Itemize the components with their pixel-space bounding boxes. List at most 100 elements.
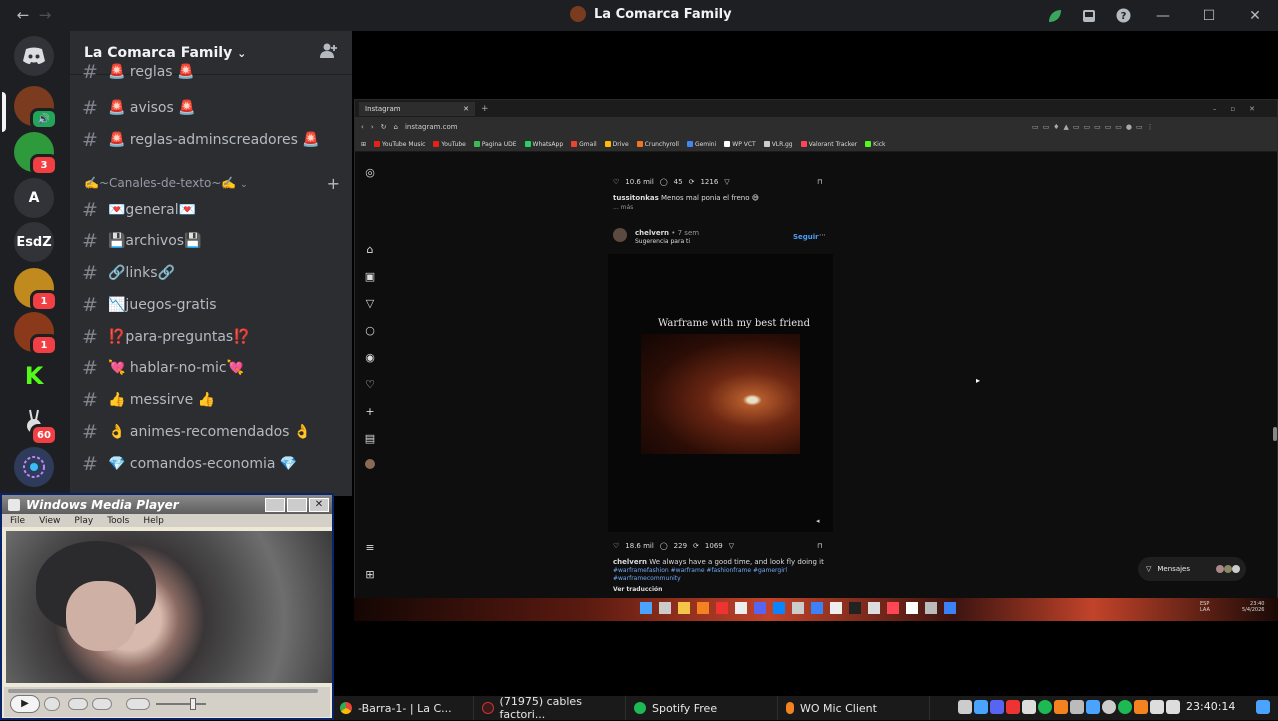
bookmark[interactable]: YouTube <box>433 141 466 148</box>
tray-icon[interactable] <box>1086 700 1100 714</box>
channel-item[interactable]: # 💌general💌 <box>82 195 342 225</box>
save-icon[interactable]: ⊓ <box>817 178 822 186</box>
extensions-icons[interactable]: ▭▭♦▲▭▭▭▭▭●▭⋮ <box>1032 123 1158 131</box>
category-header[interactable]: ✍️~Canales-de-texto~✍️ ⌄ + <box>84 172 340 194</box>
menu-view[interactable]: View <box>39 516 60 526</box>
seek-bar[interactable] <box>8 689 318 693</box>
back-icon[interactable]: ‹ <box>361 123 364 131</box>
reel-video[interactable]: Warframe with my best friend ◂ <box>608 254 833 532</box>
create-icon[interactable]: + <box>363 405 377 419</box>
bookmark[interactable]: YouTube Music <box>374 141 425 148</box>
leaf-icon[interactable] <box>1038 0 1072 31</box>
explore-icon[interactable]: ◉ <box>363 351 377 365</box>
tray-icon[interactable] <box>1054 700 1068 714</box>
inbox-icon[interactable] <box>1072 0 1106 31</box>
hashtags[interactable]: #warframefashion #warframe #fashionframe… <box>613 567 787 574</box>
volume-thumb[interactable] <box>190 698 196 710</box>
browser-window-controls[interactable]: –▫✕ <box>1213 105 1277 113</box>
channel-item[interactable]: # 🚨 avisos 🚨 <box>82 93 342 123</box>
comment-icon[interactable]: ◯ <box>660 542 668 550</box>
tray-icon[interactable] <box>1070 700 1084 714</box>
server-10[interactable] <box>14 447 54 487</box>
wmp-close-icon[interactable]: ✕ <box>309 497 329 512</box>
server-bunny[interactable]: 60 <box>14 402 58 446</box>
post-avatar[interactable] <box>613 228 627 242</box>
server-2[interactable]: 3 <box>14 132 58 176</box>
back-arrow-icon[interactable]: ← <box>12 6 34 24</box>
bookmark[interactable]: Drive <box>604 141 629 148</box>
tray-icon[interactable] <box>1038 700 1052 714</box>
taskbar-clock[interactable]: 23:40:14 <box>1186 700 1235 713</box>
menu-icon[interactable]: ≡ <box>363 541 377 555</box>
post-user[interactable]: chelvern <box>635 229 669 237</box>
volume-slider[interactable] <box>156 703 206 705</box>
more-options-icon[interactable]: ⋯ <box>819 231 826 239</box>
wmp-video[interactable] <box>6 531 332 683</box>
channel-item[interactable]: # 👍 messirve 👍 <box>82 385 342 415</box>
minimize-icon[interactable]: — <box>1140 0 1186 31</box>
channel-item[interactable]: # 💎 comandos-economia 💎 <box>82 449 342 479</box>
menu-help[interactable]: Help <box>143 516 164 526</box>
wmp-titlebar[interactable]: Windows Media Player ✕ <box>2 495 332 514</box>
task-spotify[interactable]: Spotify Free <box>628 696 778 720</box>
maximize-icon[interactable]: ☐ <box>1186 0 1232 31</box>
scrollbar[interactable] <box>1273 427 1277 441</box>
dashboard-icon[interactable]: ▤ <box>363 432 377 446</box>
reels-icon[interactable]: ▣ <box>363 270 377 284</box>
bookmark[interactable]: WhatsApp <box>524 141 563 148</box>
hashtags[interactable]: #warframecommunity <box>613 575 681 582</box>
server-gf[interactable]: 1 <box>14 268 58 312</box>
close-icon[interactable]: ✕ <box>1232 0 1278 31</box>
task-cables[interactable]: (71975) cables factori... <box>476 695 626 721</box>
messages-button[interactable]: ▽ Mensajes <box>1138 557 1246 581</box>
forward-arrow-icon[interactable]: → <box>34 6 56 24</box>
repost-icon[interactable]: ⟳ <box>693 542 699 550</box>
tray-icon[interactable] <box>958 700 972 714</box>
play-icon[interactable]: ▶ <box>10 695 40 713</box>
channel-item[interactable]: # 💘 hablar-no-mic💘 <box>82 353 342 383</box>
stop-icon[interactable] <box>44 697 60 711</box>
server-7[interactable]: 1 <box>14 312 58 356</box>
apps-grid-icon[interactable]: ⊞ <box>363 568 377 582</box>
like-icon[interactable]: ♡ <box>613 542 619 550</box>
task-womic[interactable]: WO Mic Client <box>780 696 930 720</box>
add-member-icon[interactable] <box>320 43 338 63</box>
save-icon[interactable]: ⊓ <box>817 542 822 550</box>
new-tab-icon[interactable]: + <box>481 104 489 114</box>
tray-icon[interactable] <box>1134 700 1148 714</box>
help-icon[interactable]: ? <box>1106 0 1140 31</box>
channel-item[interactable]: # 📉juegos-gratis <box>82 290 342 320</box>
server-a[interactable]: A <box>14 178 54 218</box>
tray-icon[interactable] <box>1150 700 1164 714</box>
caption-user[interactable]: chelvern <box>613 558 647 566</box>
channel-item[interactable]: # 🚨 reglas 🚨 <box>82 62 342 82</box>
search-icon[interactable]: ○ <box>363 324 377 338</box>
server-kick[interactable]: K <box>14 356 54 396</box>
bookmark[interactable]: VLR.gg <box>763 141 793 148</box>
profile-avatar-icon[interactable] <box>363 459 377 473</box>
bookmark[interactable]: WP VCT <box>724 141 756 148</box>
menu-file[interactable]: File <box>10 516 25 526</box>
tray-icon[interactable] <box>1022 700 1036 714</box>
bookmark[interactable]: Gmail <box>571 141 597 148</box>
task-barra[interactable]: -Barra-1- | La C... <box>334 696 474 720</box>
mute-icon[interactable]: ◂ <box>816 517 820 525</box>
next-icon[interactable] <box>92 698 112 710</box>
comment-icon[interactable]: ◯ <box>660 178 668 186</box>
bookmark[interactable]: Gemini <box>686 141 716 148</box>
channel-item[interactable]: # 🔗links🔗 <box>82 258 342 288</box>
menu-tools[interactable]: Tools <box>107 516 129 526</box>
bookmark[interactable]: Kick <box>865 141 886 148</box>
mute-icon[interactable] <box>126 698 150 710</box>
tab-close-icon[interactable]: ✕ <box>463 105 469 113</box>
add-channel-icon[interactable]: + <box>327 174 340 193</box>
channel-item[interactable]: # ⁉️para-preguntas⁉️ <box>82 322 342 352</box>
wmp-maximize-icon[interactable] <box>287 497 307 512</box>
bookmark[interactable]: Valorant Tracker <box>800 141 857 148</box>
reload-icon[interactable]: ↻ <box>381 123 387 131</box>
server-la-comarca[interactable]: 🔊 <box>14 86 58 130</box>
url-field[interactable]: instagram.com <box>405 123 1025 131</box>
channel-item[interactable]: # 💾archivos💾 <box>82 226 342 256</box>
menu-play[interactable]: Play <box>74 516 93 526</box>
tray-icon[interactable] <box>1006 700 1020 714</box>
